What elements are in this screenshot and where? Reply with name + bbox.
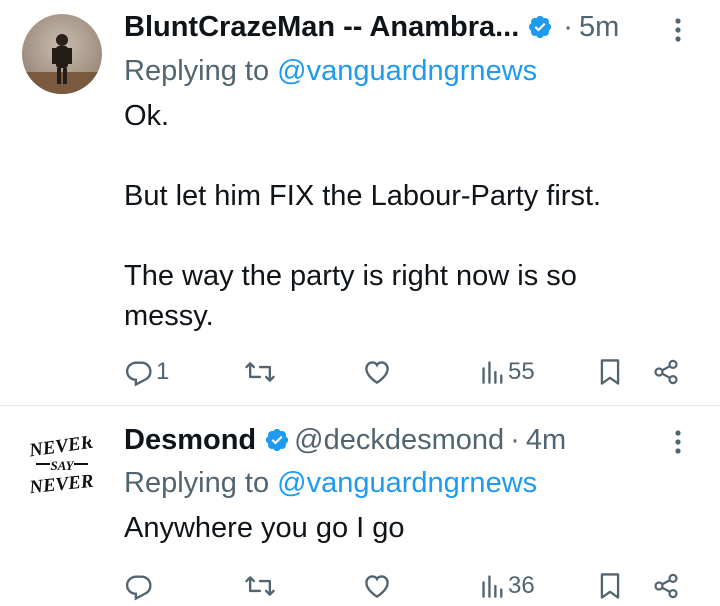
bookmark-button[interactable] [597, 352, 623, 392]
tweet[interactable]: BluntCrazeMan -- Anambra... · 5m Replyin… [0, 0, 720, 405]
bookmark-icon [597, 357, 623, 387]
tweet-text-line: But let him FIX the Labour-Party first. [124, 180, 602, 212]
avatar-image: NEVER SAY NEVER [22, 428, 102, 508]
like-button[interactable] [362, 352, 392, 392]
reply-icon [124, 357, 154, 387]
views-button[interactable]: 55 [480, 352, 535, 392]
user-handle[interactable]: @deckdesmond [294, 423, 504, 457]
avatar-text: SAY [50, 458, 74, 473]
replying-prefix: Replying to [124, 55, 270, 87]
separator-dot: · [510, 424, 520, 456]
avatar[interactable] [22, 14, 102, 94]
reply-count: 1 [156, 358, 170, 385]
tweet-actions: 36 [0, 566, 720, 606]
display-name[interactable]: BluntCrazeMan -- Anambra... [124, 10, 519, 44]
views-icon [480, 571, 506, 601]
tweet-header: Desmond @deckdesmond · 4m [124, 423, 566, 457]
tweet-actions: 1 55 [0, 352, 720, 392]
repost-icon [244, 357, 276, 387]
views-count: 36 [508, 572, 535, 599]
share-icon [652, 358, 680, 386]
share-button[interactable] [652, 352, 680, 392]
verified-badge-icon [264, 427, 290, 453]
tweet-text: Anywhere you go I go [124, 508, 684, 548]
mention-link[interactable]: @vanguardngrnews [277, 467, 537, 499]
like-button[interactable] [362, 566, 392, 606]
tweet-text-line: Ok. [124, 100, 170, 132]
tweet-text-line: The way the party is right now is so [124, 260, 577, 292]
mention-link[interactable]: @vanguardngrnews [277, 55, 537, 87]
replying-to: Replying to @vanguardngrnews [124, 466, 537, 500]
repost-button[interactable] [244, 566, 276, 606]
more-vertical-icon[interactable] [672, 16, 684, 44]
avatar[interactable]: NEVER SAY NEVER [22, 428, 102, 508]
verified-badge-icon [527, 14, 553, 40]
repost-icon [244, 571, 276, 601]
replying-prefix: Replying to [124, 467, 270, 499]
display-name[interactable]: Desmond [124, 423, 256, 457]
views-button[interactable]: 36 [480, 566, 535, 606]
tweet-header: BluntCrazeMan -- Anambra... · 5m [124, 10, 619, 44]
timestamp[interactable]: 4m [526, 423, 566, 457]
tweet-text: Ok. But let him FIX the Labour-Party fir… [124, 96, 684, 336]
reply-button[interactable] [124, 566, 154, 606]
replying-to: Replying to @vanguardngrnews [124, 54, 537, 88]
bookmark-icon [597, 571, 623, 601]
separator-dot: · [563, 11, 573, 43]
repost-button[interactable] [244, 352, 276, 392]
avatar-image [22, 14, 102, 94]
reply-icon [124, 571, 154, 601]
tweet-text-line: Anywhere you go I go [124, 512, 405, 544]
share-button[interactable] [652, 566, 680, 606]
reply-button[interactable]: 1 [124, 352, 169, 392]
views-icon [480, 357, 506, 387]
heart-icon [362, 357, 392, 387]
tweet[interactable]: NEVER SAY NEVER Desmond @deckdesmond · 4… [0, 406, 720, 601]
tweet-text-line: messy. [124, 300, 214, 332]
timestamp[interactable]: 5m [579, 10, 619, 44]
heart-icon [362, 571, 392, 601]
bookmark-button[interactable] [597, 566, 623, 606]
share-icon [652, 572, 680, 600]
views-count: 55 [508, 358, 535, 385]
more-vertical-icon[interactable] [672, 428, 684, 456]
